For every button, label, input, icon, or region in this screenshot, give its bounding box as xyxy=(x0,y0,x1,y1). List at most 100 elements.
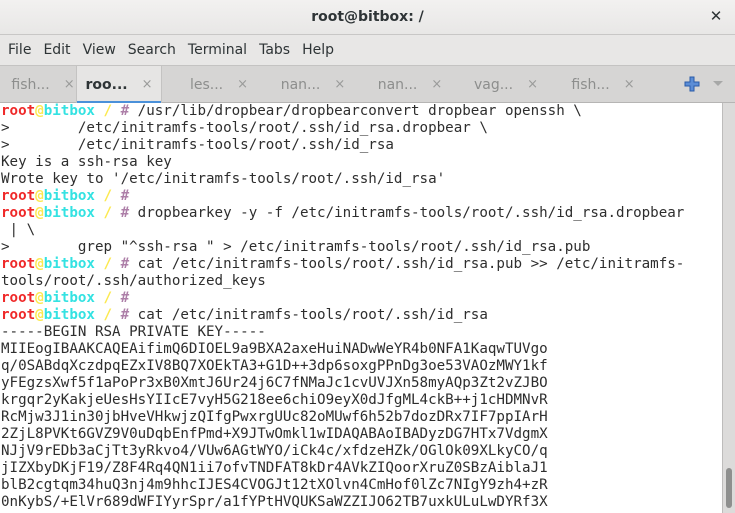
prompt-user: root xyxy=(1,188,36,204)
menu-tabs[interactable]: Tabs xyxy=(254,42,295,58)
terminal-output-line: NJjV9rEDb3aCjTt3yRkvo4/VUw6AGtWYO/iCk4c/… xyxy=(0,443,722,460)
line-text: jIZXbyDKjF19/Z8F4Rq4QN1ii7ofvTNDFAT8kDr4… xyxy=(1,460,548,476)
prompt-dir: / xyxy=(94,188,121,204)
terminal-prompt-line: root@bitbox / # dropbearkey -y -f /etc/i… xyxy=(0,205,722,222)
line-text: -----BEGIN RSA PRIVATE KEY----- xyxy=(1,324,266,340)
prompt-dir: / xyxy=(94,290,121,306)
prompt-host: bitbox xyxy=(43,256,95,272)
menu-help[interactable]: Help xyxy=(297,42,339,58)
prompt-hash: # xyxy=(120,290,130,306)
tab-7[interactable]: fish... × xyxy=(560,66,646,103)
menu-bar: File Edit View Search Terminal Tabs Help xyxy=(0,35,735,65)
line-text: RcMjw3J1in30jbHveVHkwjzQIfgPwxrgUUc82oMU… xyxy=(1,409,548,425)
tab-list-dropdown-icon[interactable] xyxy=(713,81,723,86)
tab-close-icon[interactable]: × xyxy=(334,77,345,92)
prompt-hash: # xyxy=(120,205,130,221)
tab-bar: fish... × roo... × les... × nan... × nan… xyxy=(0,65,735,104)
tab-5[interactable]: nan... × xyxy=(367,66,453,103)
prompt-dir: / xyxy=(94,307,121,323)
line-text: > /etc/initramfs-tools/root/.ssh/id_rsa.… xyxy=(1,120,488,136)
terminal-output-line: 2ZjL8PVKt6GVZ9V0uDqbEnfPmd+X9JTwOmkl1wID… xyxy=(0,426,722,443)
prompt-at: @ xyxy=(35,307,44,323)
terminal-prompt-line: root@bitbox / # cat /etc/initramfs-tools… xyxy=(0,256,722,273)
line-text: q/0SABdqXczdpqEZxIV8BQ7XOEkTA3+G1D++3dp6… xyxy=(1,358,548,374)
terminal-output-line: Key is a ssh-rsa key xyxy=(0,154,722,171)
terminal-output-line: 0nKybS/+ElVr689dWFIYyrSpr/a1fYPtHVQUKSaW… xyxy=(0,494,722,511)
line-text: 0nKybS/+ElVr689dWFIYyrSpr/a1fYPtHVQUKSaW… xyxy=(1,494,548,510)
line-text: Wrote key to '/etc/initramfs-tools/root/… xyxy=(1,171,446,187)
prompt-host: bitbox xyxy=(43,307,95,323)
line-text: > /etc/initramfs-tools/root/.ssh/id_rsa xyxy=(1,137,394,153)
plus-icon xyxy=(684,76,700,92)
terminal-output-line: q/0SABdqXczdpqEZxIV8BQ7XOEkTA3+G1D++3dp6… xyxy=(0,358,722,375)
prompt-user: root xyxy=(1,290,36,306)
line-text: tools/root/.ssh/authorized_keys xyxy=(1,273,266,289)
terminal-scrollbar[interactable] xyxy=(722,103,735,513)
tab-1[interactable]: fish... × xyxy=(0,66,86,103)
prompt-host: bitbox xyxy=(43,103,95,119)
line-text: MIIEogIBAAKCAQEAifimQ6DIOEL9a9BXA2axeHui… xyxy=(1,341,548,357)
tab-close-icon[interactable]: × xyxy=(64,77,75,92)
terminal-output-line: | \ xyxy=(0,222,722,239)
menu-search[interactable]: Search xyxy=(123,42,181,58)
prompt-user: root xyxy=(1,307,36,323)
tab-close-icon[interactable]: × xyxy=(142,77,153,92)
tab-close-icon[interactable]: × xyxy=(624,77,635,92)
scrollbar-thumb[interactable] xyxy=(726,468,732,508)
prompt-host: bitbox xyxy=(43,188,95,204)
prompt-dir: / xyxy=(94,256,121,272)
prompt-at: @ xyxy=(35,205,44,221)
prompt-dir: / xyxy=(94,205,121,221)
close-icon[interactable]: ✕ xyxy=(707,7,725,25)
prompt-host: bitbox xyxy=(43,290,95,306)
tab-label: nan... xyxy=(377,76,418,93)
line-text: Key is a ssh-rsa key xyxy=(1,154,172,170)
line-text: /usr/lib/dropbear/dropbearconvert dropbe… xyxy=(129,103,582,119)
prompt-hash: # xyxy=(120,256,130,272)
line-text: cat /etc/initramfs-tools/root/.ssh/id_rs… xyxy=(129,256,685,272)
tab-4[interactable]: nan... × xyxy=(270,66,356,103)
terminal-output[interactable]: root@bitbox / # /usr/lib/dropbear/dropbe… xyxy=(0,103,722,513)
terminal-output-line: Wrote key to '/etc/initramfs-tools/root/… xyxy=(0,171,722,188)
tab-3[interactable]: les... × xyxy=(176,66,262,103)
prompt-host: bitbox xyxy=(43,205,95,221)
tab-label: vag... xyxy=(473,76,514,93)
terminal-output-line: tools/root/.ssh/authorized_keys xyxy=(0,273,722,290)
terminal-output-line: > grep "^ssh-rsa " > /etc/initramfs-tool… xyxy=(0,239,722,256)
terminal-prompt-line: root@bitbox / # /usr/lib/dropbear/dropbe… xyxy=(0,103,722,120)
terminal-output-line: > /etc/initramfs-tools/root/.ssh/id_rsa.… xyxy=(0,120,722,137)
line-text: blB2cgtqm34huQ3nj4m9hhcIJES4CVOGJt12tXOl… xyxy=(1,477,548,493)
tab-close-icon[interactable]: × xyxy=(237,77,248,92)
terminal-output-line: RcMjw3J1in30jbHveVHkwjzQIfgPwxrgUUc82oMU… xyxy=(0,409,722,426)
tab-label: roo... xyxy=(85,76,128,93)
line-text: NJjV9rEDb3aCjTt3yRkvo4/VUw6AGtWYO/iCk4c/… xyxy=(1,443,548,459)
terminal-output-line: -----BEGIN RSA PRIVATE KEY----- xyxy=(0,324,722,341)
menu-view[interactable]: View xyxy=(78,42,121,58)
prompt-at: @ xyxy=(35,290,44,306)
prompt-dir: / xyxy=(94,103,121,119)
prompt-at: @ xyxy=(35,188,44,204)
tab-close-icon[interactable]: × xyxy=(431,77,442,92)
line-text: 2ZjL8PVKt6GVZ9V0uDqbEnfPmd+X9JTwOmkl1wID… xyxy=(1,426,548,442)
tab-label: nan... xyxy=(280,76,321,93)
new-tab-plus-icon[interactable] xyxy=(684,76,700,92)
prompt-hash: # xyxy=(120,188,130,204)
menu-terminal[interactable]: Terminal xyxy=(183,42,252,58)
tab-2-active[interactable]: roo... × xyxy=(76,66,162,104)
prompt-hash: # xyxy=(120,103,130,119)
terminal-output-line: > /etc/initramfs-tools/root/.ssh/id_rsa xyxy=(0,137,722,154)
terminal-output-line: jIZXbyDKjF19/Z8F4Rq4QN1ii7ofvTNDFAT8kDr4… xyxy=(0,460,722,477)
tab-close-icon[interactable]: × xyxy=(527,77,538,92)
terminal-prompt-line: root@bitbox / # xyxy=(0,290,722,307)
line-text: dropbearkey -y -f /etc/initramfs-tools/r… xyxy=(129,205,685,221)
tab-6[interactable]: vag... × xyxy=(463,66,549,103)
menu-edit[interactable]: Edit xyxy=(38,42,75,58)
title-bar: root@bitbox: / ✕ xyxy=(0,0,735,35)
line-text: cat /etc/initramfs-tools/root/.ssh/id_rs… xyxy=(129,307,488,323)
line-text: krgqr2yKakjeUesHsYIIcE7vyH5G218ee6chiO9e… xyxy=(1,392,548,408)
line-text: yFEgzsXwf5f1aPoPr3xB0XmtJ6Ur24j6C7fNMaJc… xyxy=(1,375,548,391)
menu-file[interactable]: File xyxy=(3,42,36,58)
prompt-user: root xyxy=(1,205,36,221)
tab-label: les... xyxy=(189,76,224,93)
line-text: | \ xyxy=(1,222,36,238)
